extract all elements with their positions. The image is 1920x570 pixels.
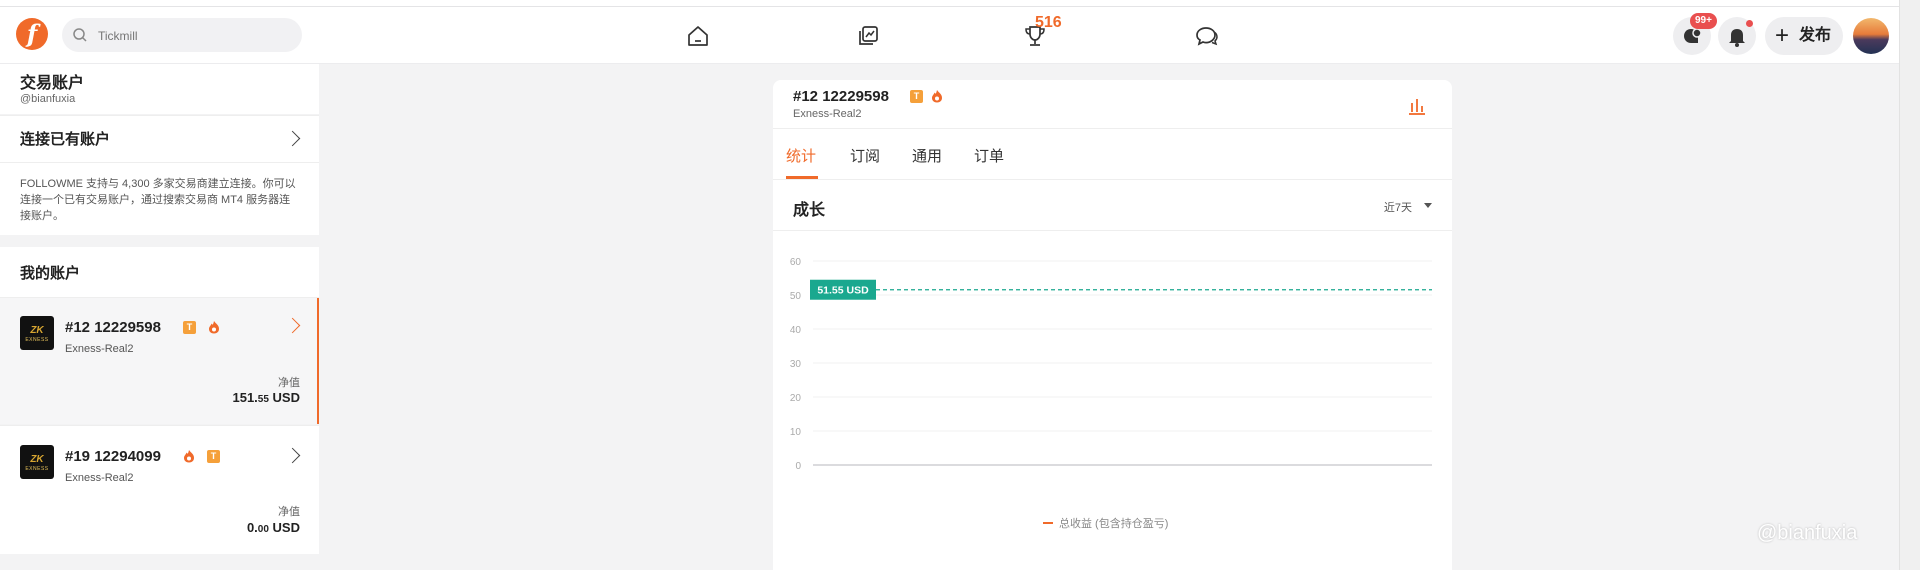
broker-logo-text: EXNESS xyxy=(25,337,49,343)
detail-tabs: 统计 订阅 通用 订单 xyxy=(773,129,1452,180)
account-server: Exness-Real2 xyxy=(65,343,134,355)
growth-title: 成长 xyxy=(793,202,826,219)
caret-down-icon xyxy=(1424,203,1432,208)
chart-reference-line: 51.55 USD xyxy=(810,279,1432,300)
trader-tag-icon: T xyxy=(183,321,196,334)
account-detail-card: #12 12229598 T Exness-Real2 统计 订阅 通用 订单 … xyxy=(773,80,1452,570)
active-tab-underline xyxy=(786,176,818,179)
trader-tag-icon: T xyxy=(910,90,923,103)
broker-logo-mark: ZK xyxy=(30,325,44,336)
my-accounts-title: 我的账户 xyxy=(20,265,81,282)
account-number: #12 12229598 xyxy=(65,319,161,336)
account-detail-header: #12 12229598 T Exness-Real2 xyxy=(773,80,1452,129)
chart-gridlines xyxy=(813,260,1432,466)
copy-trade-icon[interactable] xyxy=(855,23,881,49)
tab-statistics[interactable]: 统计 xyxy=(786,145,816,166)
search-input[interactable] xyxy=(96,18,290,54)
broker-logo: ZK EXNESS xyxy=(20,316,54,350)
followme-logo[interactable]: f xyxy=(16,18,48,50)
account-number: #19 12294099 xyxy=(65,448,161,465)
plus-icon: + xyxy=(1775,22,1790,49)
connect-account-row[interactable]: 连接已有账户 xyxy=(0,116,319,161)
connect-account-title: 连接已有账户 xyxy=(20,131,111,148)
current-value-label: 51.55 USD xyxy=(817,285,869,297)
user-handle: @bianfuxia xyxy=(20,93,76,105)
user-avatar[interactable] xyxy=(1853,18,1889,54)
chevron-right-icon xyxy=(284,447,301,464)
y-tick-label: 0 xyxy=(795,461,801,472)
publish-button[interactable]: + 发布 xyxy=(1765,17,1843,55)
top-navigation-bar: f 516 99+ xyxy=(0,7,1900,64)
search-icon xyxy=(73,28,87,42)
page-scrollbar[interactable] xyxy=(1899,0,1920,570)
account-number: #12 12229598 xyxy=(793,88,889,105)
y-tick-label: 30 xyxy=(790,359,802,370)
community-chat-icon[interactable] xyxy=(1194,23,1220,49)
account-server: Exness-Real2 xyxy=(65,472,134,484)
sidebar-title: 交易账户 xyxy=(20,75,85,92)
fire-icon xyxy=(932,90,942,103)
account-item-12229598[interactable]: ZK EXNESS #12 12229598 T Exness-Real2 净值… xyxy=(0,298,319,424)
tab-general[interactable]: 通用 xyxy=(912,145,942,166)
y-tick-label: 40 xyxy=(790,325,802,336)
net-value-label: 净值 xyxy=(278,377,300,389)
chevron-right-icon xyxy=(284,130,301,147)
fire-icon xyxy=(209,321,219,334)
bell-icon xyxy=(1729,29,1745,47)
sidebar-header: 交易账户 @bianfuxia xyxy=(0,64,319,114)
account-item-12294099[interactable]: ZK EXNESS #19 12294099 T Exness-Real2 净值… xyxy=(0,425,319,554)
home-icon[interactable] xyxy=(685,23,711,49)
legend-label[interactable]: 总收益 (包含持仓盈亏) xyxy=(1059,516,1168,530)
messages-count-badge: 99+ xyxy=(1690,13,1717,29)
my-accounts-header: 我的账户 xyxy=(0,247,319,298)
chart-legend: 总收益 (包含持仓盈亏) xyxy=(1043,516,1168,530)
y-tick-label: 60 xyxy=(790,257,802,268)
broker-logo-mark: ZK xyxy=(30,454,44,465)
net-value: 151.55 USD xyxy=(232,390,300,405)
net-value-label: 净值 xyxy=(278,506,300,518)
broker-logo: ZK EXNESS xyxy=(20,445,54,479)
message-icon xyxy=(1684,28,1702,43)
growth-section-header: 成长 近7天 xyxy=(773,180,1452,231)
tab-orders[interactable]: 订单 xyxy=(974,145,1004,166)
section-gap xyxy=(0,235,319,247)
watermark-text: @bianfuxia xyxy=(1757,522,1858,544)
fire-icon xyxy=(184,450,194,463)
search-box[interactable] xyxy=(62,18,302,54)
growth-chart: 0 10 20 30 40 50 60 51.55 USD 总收益 (包含持仓盈亏) xyxy=(790,257,1432,530)
trophy-count-badge: 516 xyxy=(1035,14,1062,31)
y-tick-label: 10 xyxy=(790,427,802,438)
publish-label: 发布 xyxy=(1799,27,1832,44)
period-select[interactable]: 近7天 xyxy=(1384,199,1412,215)
connect-account-description: FOLLOWME 支持与 4,300 多家交易商建立连接。你可以连接一个已有交易… xyxy=(20,178,296,222)
chart-y-axis: 0 10 20 30 40 50 60 xyxy=(790,257,802,472)
chevron-right-icon xyxy=(284,317,301,334)
net-value: 0.00 USD xyxy=(246,520,300,535)
bar-chart-icon[interactable] xyxy=(1407,96,1427,116)
tab-subscribe[interactable]: 订阅 xyxy=(850,145,880,166)
trader-tag-icon: T xyxy=(207,450,220,463)
broker-logo-text: EXNESS xyxy=(25,466,49,472)
account-server: Exness-Real2 xyxy=(793,108,862,120)
y-tick-label: 20 xyxy=(790,393,802,404)
browser-top-edge xyxy=(0,0,1920,7)
y-tick-label: 50 xyxy=(790,291,802,302)
notification-dot xyxy=(1746,20,1753,27)
divider xyxy=(0,162,319,163)
